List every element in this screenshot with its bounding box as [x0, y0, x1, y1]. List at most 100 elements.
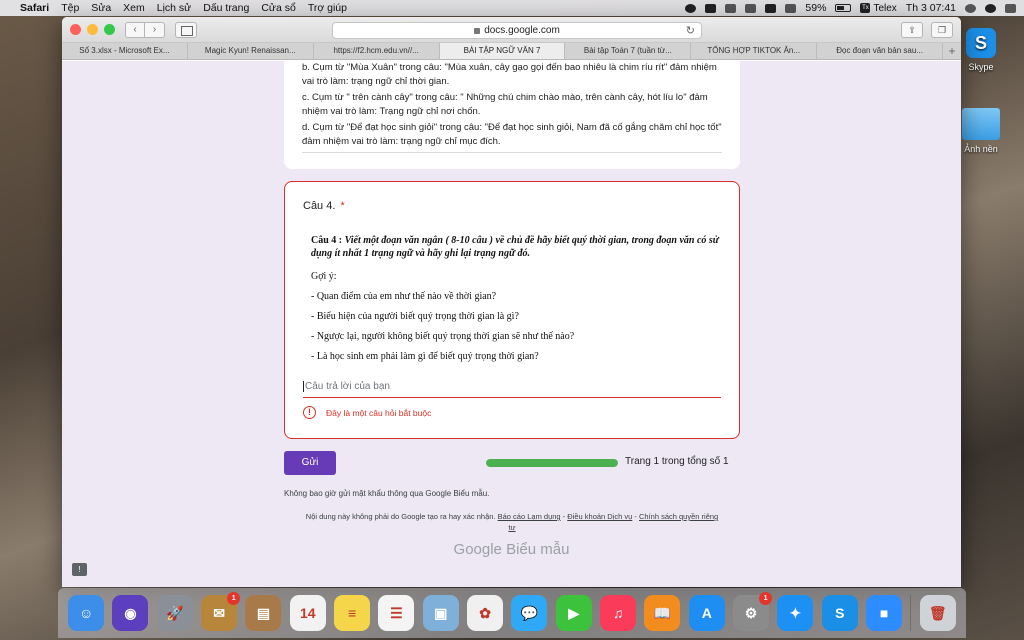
previous-answer-line: c. Cụm từ " trên cành cây" trong câu: " … — [302, 92, 708, 117]
previous-question-card: b. Cụm từ "Mùa Xuân" trong câu: "Mùa xuâ… — [284, 61, 740, 169]
lock-icon — [474, 27, 481, 34]
trash-icon[interactable]: 🗑 — [919, 595, 956, 631]
reminders-icon[interactable]: ☰ — [378, 595, 415, 631]
menu-file[interactable]: Tệp — [61, 2, 79, 14]
calendar-icon[interactable]: 14 — [289, 595, 326, 631]
bluetooth-icon[interactable] — [725, 3, 737, 13]
system-preferences-icon[interactable]: ⚙ 1 — [733, 592, 773, 631]
zoom-icon[interactable]: ■ — [866, 595, 903, 631]
question-prompt-text: Viết một đoạn văn ngắn ( 8-10 câu ) về c… — [311, 235, 719, 259]
dock-separator — [910, 595, 912, 631]
desktop-folder[interactable]: Ảnh nền — [956, 108, 1006, 154]
mail-stamp-icon[interactable]: ✉ 1 — [201, 592, 241, 631]
desktop-skype[interactable]: S Skype — [956, 28, 1006, 72]
toolbar-right: ⇪ ❐ — [901, 22, 953, 38]
safari-icon[interactable]: ✦ — [777, 595, 814, 631]
desktop-folder-label: Ảnh nền — [964, 144, 998, 154]
answer-input[interactable]: Câu trả lời của bạn — [303, 378, 721, 398]
input-method[interactable]: Tx Telex — [860, 2, 897, 14]
fullscreen-window-icon[interactable] — [104, 24, 115, 35]
siri-menu-icon[interactable] — [985, 3, 996, 13]
launchpad-icon[interactable]: 🚀 — [156, 595, 193, 631]
menu-view[interactable]: Xem — [123, 2, 145, 14]
battery-icon[interactable] — [835, 4, 852, 12]
previous-answer-line: d. Cụm từ "Để đạt học sinh giỏi" trong c… — [302, 122, 722, 147]
forward-button[interactable]: › — [145, 21, 165, 38]
close-window-icon[interactable] — [70, 24, 81, 35]
finder-icon[interactable]: ☺ — [68, 595, 105, 631]
hint-item: - Là học sinh em phải làm gì để biết quý… — [311, 351, 539, 362]
notification-center-icon[interactable] — [1005, 3, 1016, 13]
tab-hcm-edu[interactable]: https://f2.hcm.edu.vn//... — [314, 43, 440, 59]
sidebar-toggle-button[interactable] — [175, 21, 197, 38]
share-button[interactable]: ⇪ — [901, 22, 923, 38]
submit-button[interactable]: Gửi — [284, 451, 336, 475]
address-bar[interactable]: docs.google.com ↻ — [332, 22, 702, 39]
input-method-label: Telex — [873, 2, 897, 14]
report-abuse-link[interactable]: Báo cáo Lạm dụng — [498, 512, 561, 521]
text-cursor — [303, 380, 304, 392]
screen-record-icon[interactable] — [705, 3, 717, 13]
notification-badge: 1 — [759, 592, 773, 605]
new-tab-button[interactable]: + — [943, 43, 961, 59]
minimize-window-icon[interactable] — [87, 24, 98, 35]
app-store-icon[interactable]: A — [688, 595, 725, 631]
answer-underline — [302, 152, 722, 153]
books-icon[interactable]: 📖 — [644, 595, 681, 631]
notification-badge: 1 — [227, 592, 241, 605]
tab-bai-tap-toan[interactable]: Bài tập Toán 7 (tuần từ... — [565, 43, 692, 59]
tabs-overview-button[interactable]: ❐ — [931, 22, 953, 38]
notes-icon[interactable]: ≡ — [334, 595, 371, 631]
tab-tiktok[interactable]: TỔNG HỢP TIKTOK Ăn... — [691, 43, 818, 59]
terms-link[interactable]: Điều khoản Dịch vụ — [567, 512, 632, 521]
tab-excel[interactable]: Sổ 3.xlsx - Microsoft Ex... — [62, 43, 188, 59]
airplay-icon[interactable] — [765, 3, 777, 13]
menu-bookmarks[interactable]: Dấu trang — [203, 2, 249, 14]
skype-desktop-icon: S — [966, 28, 996, 58]
desktop-skype-label: Skype — [968, 62, 994, 72]
back-button[interactable]: ‹ — [125, 21, 145, 38]
menu-window[interactable]: Cửa sổ — [261, 2, 295, 14]
logo-forms: Biểu mẫu — [506, 541, 570, 558]
menubar-clock[interactable]: Th 3 07:41 — [906, 2, 956, 14]
reload-icon[interactable]: ↻ — [686, 24, 695, 37]
preview-icon[interactable]: ▣ — [422, 595, 459, 631]
tab-magic-kyun[interactable]: Magic Kyun! Renaissan... — [188, 43, 314, 59]
menu-edit[interactable]: Sửa — [91, 2, 111, 14]
tab-doc-doan-van[interactable]: Đọc đoạn văn bản sau... — [817, 43, 944, 59]
contacts-icon[interactable]: ▤ — [245, 595, 282, 631]
spotlight-icon[interactable] — [965, 3, 976, 13]
feedback-icon[interactable]: ! — [72, 563, 87, 576]
previous-answer-line: b. Cụm từ "Mùa Xuân" trong câu: "Mùa xuâ… — [302, 62, 717, 87]
messages-icon[interactable]: 💬 — [511, 595, 548, 631]
skype-icon[interactable]: S — [821, 595, 858, 631]
footer-text: Nội dung này không phải do Google tạo ra… — [305, 512, 496, 521]
facetime-icon[interactable]: ▶ — [555, 595, 592, 631]
menu-help[interactable]: Trợ giúp — [308, 2, 347, 14]
form-page: b. Cụm từ "Mùa Xuân" trong câu: "Mùa xuâ… — [62, 61, 961, 587]
menu-bar: Safari Tệp Sửa Xem Lịch sử Dấu trang Cửa… — [0, 0, 1024, 16]
hint-item: - Ngược lại, người không biết quý trọng … — [311, 331, 575, 342]
tab-bai-tap-ngu-van[interactable]: BÀI TẬP NGỮ VĂN 7 — [439, 43, 566, 59]
google-forms-logo[interactable]: Google Biểu mẫu — [62, 541, 961, 558]
hint-label: Gợi ý: — [311, 271, 337, 282]
music-icon[interactable]: ♫ — [600, 595, 637, 631]
logo-google: Google — [453, 541, 502, 558]
menu-history[interactable]: Lịch sử — [157, 2, 191, 14]
wifi-icon[interactable] — [745, 3, 757, 13]
error-icon: ! — [303, 406, 316, 419]
check-status-icon[interactable] — [685, 3, 697, 13]
nav-buttons: ‹ › — [125, 21, 165, 38]
menu-safari[interactable]: Safari — [20, 2, 49, 14]
address-bar-url: docs.google.com — [484, 25, 560, 36]
battery-percent: 59% — [805, 2, 827, 14]
question-card: Câu 4. * Câu 4 : Viết một đoạn văn ngắn … — [284, 181, 740, 439]
question-prompt-label: Câu 4 : — [311, 235, 343, 246]
status-area: 59% Tx Telex Th 3 07:41 — [685, 2, 1016, 14]
photos-icon[interactable]: ✿ — [467, 595, 504, 631]
siri-icon[interactable]: ◉ — [112, 595, 149, 631]
answer-placeholder: Câu trả lời của bạn — [305, 381, 390, 392]
page-indicator: Trang 1 trong tổng số 1 — [625, 456, 729, 467]
question-prompt: Câu 4 : Viết một đoạn văn ngắn ( 8-10 câ… — [311, 234, 721, 260]
volume-icon[interactable] — [785, 3, 797, 13]
